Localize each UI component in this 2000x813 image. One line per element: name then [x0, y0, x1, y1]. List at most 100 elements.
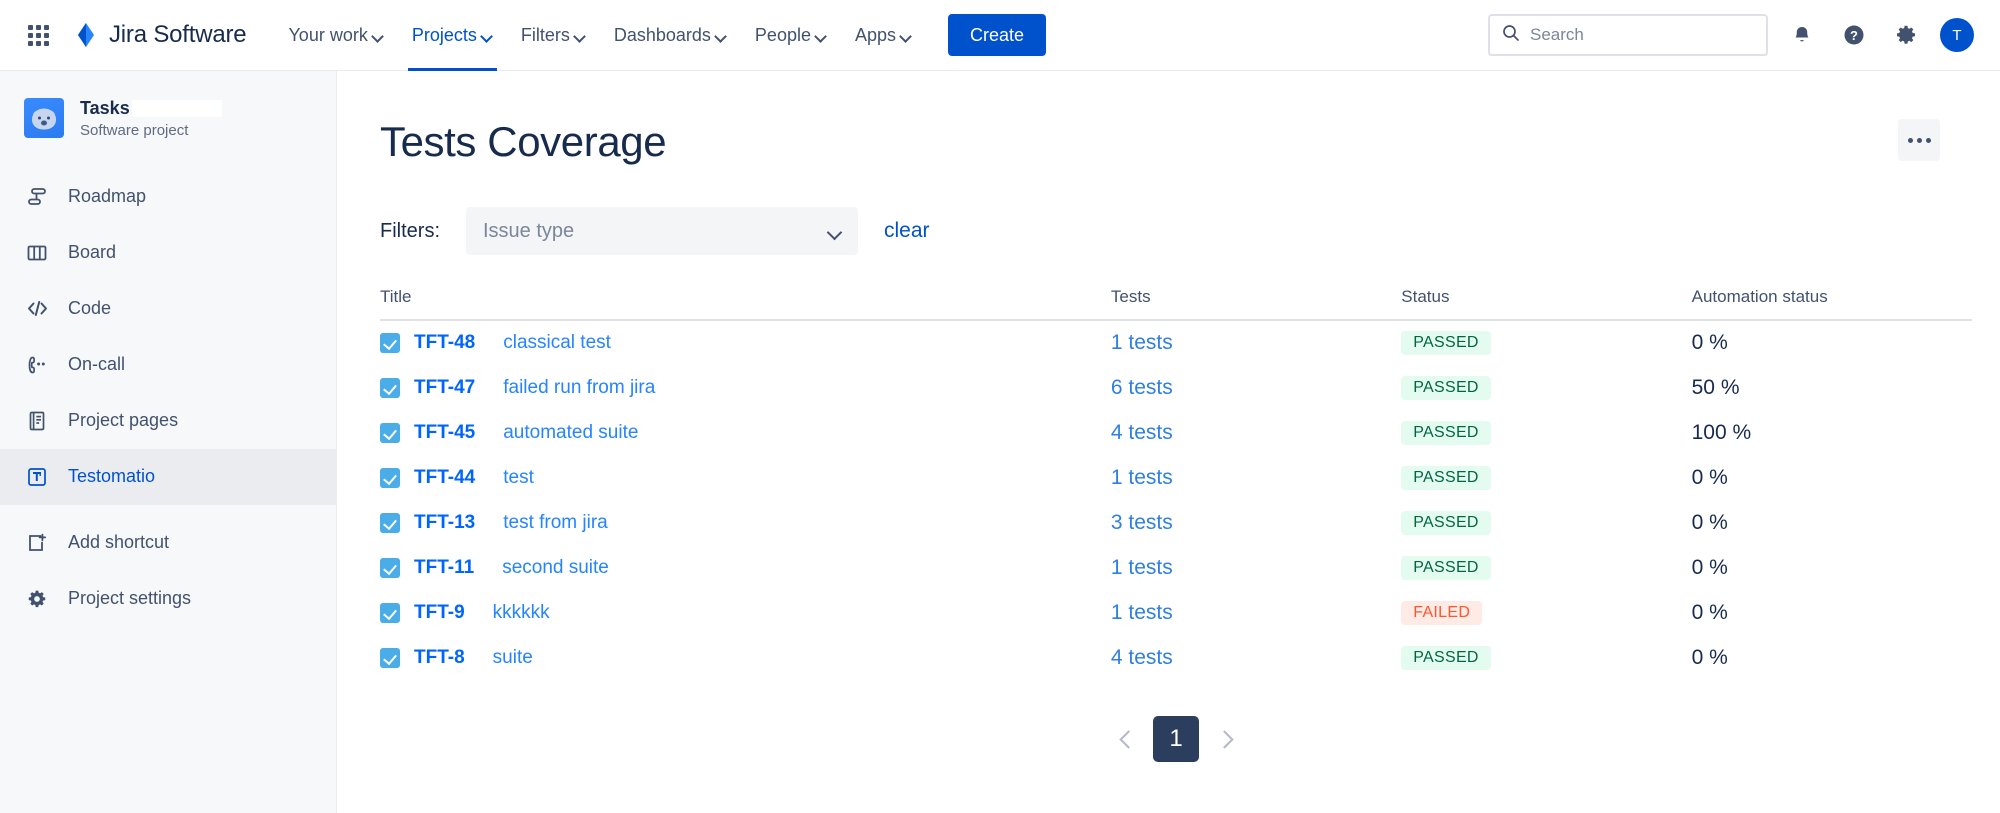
cell-tests: 6 tests	[1111, 365, 1401, 410]
table-row: TFT-8 suite 4 tests PASSED 0 %	[380, 635, 1972, 680]
ellipsis-icon[interactable]	[1898, 119, 1940, 161]
issue-summary-link[interactable]: kkkkkk	[493, 602, 550, 624]
code-brackets-icon	[24, 296, 50, 322]
cell-title: TFT-11 second suite	[380, 545, 1111, 590]
issue-type-task-icon[interactable]	[380, 377, 400, 398]
automation-status-value: 0 %	[1691, 645, 1728, 669]
sidebar-item-project-settings[interactable]: Project settings	[0, 571, 336, 627]
pagination-page-1[interactable]: 1	[1153, 716, 1199, 763]
issue-key-link[interactable]: TFT-8	[414, 647, 465, 669]
brand-text: Jira Software	[109, 21, 247, 48]
chevron-right-icon[interactable]	[1213, 722, 1235, 756]
status-badge: PASSED	[1401, 645, 1491, 670]
status-badge: PASSED	[1401, 510, 1491, 535]
cell-title: TFT-48 classical test	[380, 320, 1111, 365]
nav-item-dashboards[interactable]: Dashboards	[600, 0, 741, 71]
issue-key-link[interactable]: TFT-45	[414, 422, 475, 444]
apps-grid-icon[interactable]	[22, 19, 54, 51]
board-columns-icon	[24, 240, 50, 266]
sidebar-item-testomatio[interactable]: Testomatio	[0, 448, 336, 505]
issue-summary-link[interactable]: automated suite	[503, 422, 638, 444]
cell-title: TFT-13 test from jira	[380, 500, 1111, 545]
issue-type-task-icon[interactable]	[380, 467, 400, 488]
issue-type-task-icon[interactable]	[380, 422, 400, 443]
nav-item-filters[interactable]: Filters	[507, 0, 600, 71]
chevron-left-icon[interactable]	[1117, 722, 1139, 756]
issue-type-task-icon[interactable]	[380, 557, 400, 578]
gear-icon[interactable]	[1888, 17, 1924, 53]
cell-tests: 1 tests	[1111, 320, 1401, 365]
notification-bell-icon[interactable]	[1784, 17, 1820, 53]
add-shortcut-icon	[24, 530, 50, 556]
svg-text:?: ?	[1850, 28, 1858, 43]
issue-type-task-icon[interactable]	[380, 512, 400, 533]
issue-key-link[interactable]: TFT-48	[414, 332, 475, 354]
sidebar-item-board[interactable]: Board	[0, 225, 336, 281]
sidebar-divider-gap	[0, 505, 336, 515]
issue-summary-link[interactable]: test from jira	[503, 512, 608, 534]
cell-title: TFT-44 test	[380, 455, 1111, 500]
issue-summary-link[interactable]: failed run from jira	[503, 377, 655, 399]
search-icon	[1502, 24, 1520, 47]
search-box[interactable]	[1488, 14, 1768, 56]
column-header-title: Title	[380, 287, 1111, 322]
sidebar-item-on-call[interactable]: On-call	[0, 337, 336, 393]
chevron-down-icon	[828, 227, 841, 235]
nav-item-your-work[interactable]: Your work	[274, 0, 397, 71]
issue-key-link[interactable]: TFT-9	[414, 602, 465, 624]
tests-coverage-table: Title Tests Status Automation status TFT…	[380, 287, 1972, 680]
tests-count-link[interactable]: 3 tests	[1111, 511, 1173, 534]
project-name-row: Tasks	[80, 97, 222, 120]
sidebar-item-roadmap[interactable]: Roadmap	[0, 169, 336, 225]
tests-count-link[interactable]: 1 tests	[1111, 331, 1173, 354]
tests-count-link[interactable]: 1 tests	[1111, 466, 1173, 489]
sidebar-item-code[interactable]: Code	[0, 281, 336, 337]
project-sidebar: Tasks Software project Roadmap Board Cod…	[0, 71, 337, 813]
filters-row: Filters: Issue type clear	[380, 207, 1940, 256]
issue-key-link[interactable]: TFT-11	[414, 557, 474, 579]
nav-item-projects[interactable]: Projects	[398, 0, 507, 71]
issue-key-link[interactable]: TFT-13	[414, 512, 475, 534]
cell-automation-status: 100 %	[1692, 410, 1972, 455]
issue-type-task-icon[interactable]	[380, 602, 400, 623]
cell-tests: 4 tests	[1111, 635, 1401, 680]
tests-count-link[interactable]: 4 tests	[1111, 646, 1173, 669]
column-header-automation-status: Automation status	[1691, 287, 1972, 322]
tests-count-link[interactable]: 1 tests	[1111, 556, 1173, 579]
project-header[interactable]: Tasks Software project	[0, 97, 336, 139]
issue-summary-link[interactable]: classical test	[503, 332, 611, 354]
issue-key-link[interactable]: TFT-44	[414, 467, 475, 489]
project-subtitle: Software project	[80, 121, 189, 139]
automation-status-value: 0 %	[1691, 510, 1728, 534]
issue-key-link[interactable]: TFT-47	[414, 377, 475, 399]
nav-item-people[interactable]: People	[741, 0, 841, 71]
chevron-down-icon	[816, 32, 827, 39]
nav-label: Filters	[520, 24, 570, 45]
user-avatar[interactable]: T	[1940, 18, 1974, 52]
jira-software-logo[interactable]: Jira Software	[72, 21, 247, 49]
sidebar-item-label: Testomatio	[68, 466, 156, 486]
issue-summary-link[interactable]: suite	[493, 647, 533, 669]
tests-count-link[interactable]: 6 tests	[1111, 376, 1173, 399]
status-badge: PASSED	[1401, 420, 1491, 445]
tests-count-link[interactable]: 4 tests	[1111, 421, 1173, 444]
help-question-icon[interactable]: ?	[1836, 17, 1872, 53]
status-badge: FAILED	[1401, 600, 1483, 625]
automation-status-value: 50 %	[1691, 375, 1740, 399]
issue-type-task-icon[interactable]	[380, 647, 400, 668]
issue-type-task-icon[interactable]	[380, 333, 400, 354]
issue-summary-link[interactable]: second suite	[502, 557, 609, 579]
nav-label: Dashboards	[613, 24, 711, 45]
create-button[interactable]: Create	[948, 14, 1047, 56]
sidebar-item-add-shortcut[interactable]: Add shortcut	[0, 515, 336, 571]
cell-title: TFT-47 failed run from jira	[380, 365, 1111, 410]
tests-count-link[interactable]: 1 tests	[1111, 601, 1173, 624]
clear-filters-link[interactable]: clear	[884, 219, 930, 243]
cell-status: PASSED	[1401, 320, 1691, 365]
issue-type-select[interactable]: Issue type	[466, 207, 858, 256]
nav-item-apps[interactable]: Apps	[841, 0, 926, 71]
chevron-down-icon	[716, 32, 727, 39]
sidebar-item-project-pages[interactable]: Project pages	[0, 393, 336, 449]
search-input[interactable]	[1530, 25, 1754, 45]
issue-summary-link[interactable]: test	[503, 467, 534, 489]
